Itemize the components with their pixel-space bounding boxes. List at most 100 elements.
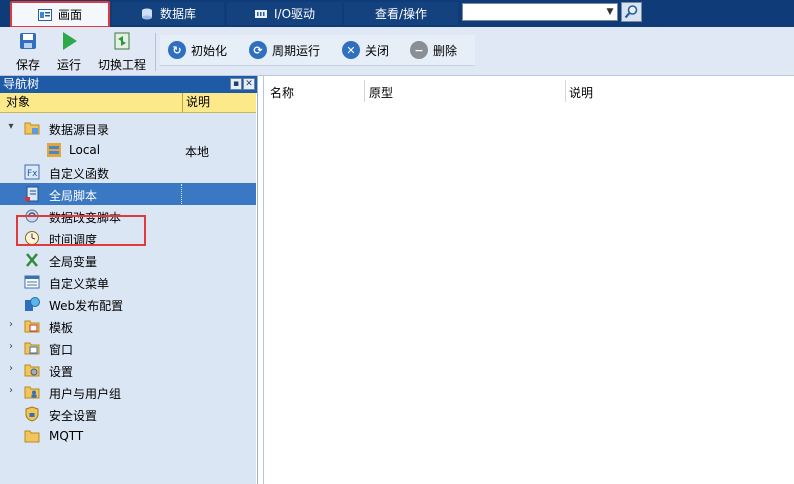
expander-icon[interactable]: › — [5, 319, 17, 331]
pin-icon[interactable]: ▪ — [230, 78, 242, 90]
run-label: 运行 — [56, 58, 81, 72]
tab-io-driver[interactable]: I/O驱动 — [227, 2, 342, 25]
cycle-label: 周期运行 — [272, 43, 321, 58]
database-icon — [141, 8, 152, 19]
tree-item-web-publish[interactable]: Web发布配置 — [0, 293, 256, 315]
tree-item-label: Local — [69, 143, 101, 157]
col-proto-header[interactable]: 原型 — [369, 84, 393, 101]
tree-item-security[interactable]: 安全设置 — [0, 403, 256, 425]
tab-screen[interactable]: 画面 — [10, 1, 110, 28]
play-icon — [63, 32, 77, 50]
save-label: 保存 — [15, 58, 40, 72]
mqtt-folder-icon — [24, 430, 40, 443]
tree-item-mqtt[interactable]: MQTT — [0, 425, 256, 447]
tab-view-operate[interactable]: 查看/操作 — [344, 2, 458, 25]
nav-tree: ▾ 数据源目录 Local 本地 Fx 自定义函数 全局脚本 数据改变脚本 时间… — [0, 113, 256, 484]
tree-item-custom-menu[interactable]: 自定义菜单 — [0, 271, 256, 293]
close-panel-icon[interactable]: ✕ — [243, 78, 255, 90]
tab-label: 查看/操作 — [374, 7, 428, 21]
template-folder-icon — [24, 320, 40, 333]
highlight-annotation — [16, 215, 146, 246]
screen-icon — [37, 8, 52, 21]
expander-icon[interactable]: › — [5, 385, 17, 397]
tree-item-label: Web发布配置 — [49, 299, 124, 313]
close-icon: ✕ — [342, 41, 360, 59]
cycle-icon: ⟳ — [249, 41, 267, 59]
switch-project-button[interactable]: 切换工程 — [94, 29, 150, 73]
tree-item-windows[interactable]: › 窗口 — [0, 337, 256, 359]
variable-icon — [26, 253, 38, 267]
tab-label: 画面 — [57, 8, 82, 22]
nav-column-header: 对象 说明 — [0, 93, 256, 113]
delete-label: 删除 — [433, 43, 458, 58]
switch-project-icon — [114, 32, 130, 50]
content-list: 名称 原型 说明 — [263, 76, 794, 484]
tree-item-local[interactable]: Local 本地 — [0, 139, 256, 161]
toolbar-action-group: ↻ 初始化 ⟳ 周期运行 ✕ 关闭 − 删除 — [160, 35, 475, 66]
nav-title-bar: 导航树 ▪ ✕ — [0, 76, 257, 93]
column-divider[interactable] — [182, 93, 183, 112]
tree-item-label: 窗口 — [49, 343, 74, 357]
tree-item-settings[interactable]: › 设置 — [0, 359, 256, 381]
web-publish-icon — [25, 297, 40, 311]
toolbar: 保存 运行 切换工程 ↻ 初始化 ⟳ 周期运行 ✕ 关闭 − 删除 — [0, 27, 794, 76]
delete-icon: − — [410, 41, 428, 59]
nav-title: 导航树 — [3, 77, 40, 91]
settings-folder-icon — [24, 364, 40, 377]
magnifier-icon — [624, 5, 638, 19]
svg-text:Fx: Fx — [27, 169, 38, 179]
run-button[interactable]: 运行 — [52, 29, 86, 73]
col-object-header[interactable]: 对象 — [6, 93, 30, 112]
col-desc-header[interactable]: 说明 — [186, 93, 210, 112]
tree-item-global-script[interactable]: 全局脚本 — [0, 183, 256, 205]
tab-database[interactable]: 数据库 — [112, 2, 224, 25]
tree-item-label: 安全设置 — [49, 409, 98, 423]
tree-item-desc: 本地 — [185, 145, 210, 159]
tree-item-label: 用户与用户组 — [49, 387, 122, 401]
tab-label: I/O驱动 — [273, 7, 316, 21]
tree-item-datasource[interactable]: ▾ 数据源目录 — [0, 117, 256, 139]
users-folder-icon — [24, 386, 40, 399]
menu-icon — [24, 275, 40, 289]
expander-icon[interactable]: › — [5, 363, 17, 375]
local-source-icon — [47, 143, 61, 157]
tree-item-label: MQTT — [49, 429, 84, 443]
function-icon: Fx — [24, 164, 40, 180]
tree-item-label: 自定义菜单 — [49, 277, 110, 291]
save-icon — [20, 33, 36, 49]
search-button[interactable] — [621, 2, 642, 22]
security-icon — [25, 406, 39, 422]
column-divider[interactable] — [364, 80, 365, 102]
script-icon — [25, 186, 39, 202]
tree-item-label: 数据源目录 — [49, 123, 110, 137]
io-driver-icon — [254, 9, 267, 18]
tree-item-global-vars[interactable]: 全局变量 — [0, 249, 256, 271]
cycle-run-button[interactable]: ⟳ 周期运行 — [249, 39, 320, 61]
datasource-folder-icon — [24, 122, 40, 135]
search-combo[interactable]: ▼ — [462, 3, 618, 21]
tree-item-functions[interactable]: Fx 自定义函数 — [0, 161, 256, 183]
init-label: 初始化 — [191, 43, 228, 58]
tree-item-label: 全局变量 — [49, 255, 98, 269]
tree-item-templates[interactable]: › 模板 — [0, 315, 256, 337]
tree-item-users[interactable]: › 用户与用户组 — [0, 381, 256, 403]
toolbar-divider — [155, 33, 156, 71]
tree-item-label: 模板 — [49, 321, 74, 335]
navigation-panel: 导航树 ▪ ✕ 对象 说明 ▾ 数据源目录 Local 本地 Fx 自定义函数 … — [0, 76, 258, 484]
expander-icon[interactable]: ▾ — [5, 121, 17, 133]
top-tab-strip: 画面 数据库 I/O驱动 查看/操作 ▼ — [0, 0, 794, 28]
column-guide — [181, 184, 182, 204]
switch-project-label: 切换工程 — [97, 58, 146, 72]
col-desc-header[interactable]: 说明 — [569, 84, 593, 101]
chevron-down-icon[interactable]: ▼ — [603, 4, 617, 20]
expander-icon[interactable]: › — [5, 341, 17, 353]
col-name-header[interactable]: 名称 — [270, 84, 294, 101]
save-button[interactable]: 保存 — [10, 29, 46, 73]
column-divider[interactable] — [565, 80, 566, 102]
init-button[interactable]: ↻ 初始化 — [168, 39, 227, 61]
window-folder-icon — [24, 342, 40, 355]
tree-item-label: 全局脚本 — [49, 189, 98, 203]
close-button[interactable]: ✕ 关闭 — [342, 39, 389, 61]
close-label: 关闭 — [365, 43, 390, 58]
delete-button[interactable]: − 删除 — [410, 39, 457, 61]
